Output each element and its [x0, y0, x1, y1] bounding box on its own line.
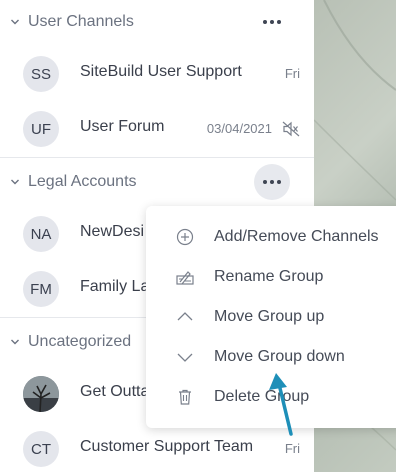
channel-name: NewDesi	[80, 223, 145, 240]
channel-name: SiteBuild User Support	[80, 63, 242, 80]
avatar: FM	[23, 271, 59, 307]
menu-item-label: Rename Group	[214, 268, 324, 285]
menu-item-add-remove-channels[interactable]: Add/Remove Channels	[146, 217, 396, 257]
plus-circle-icon	[176, 228, 194, 246]
chevron-down-icon	[177, 353, 193, 362]
chevron-down-icon	[11, 179, 19, 185]
channel-date: Fri	[284, 441, 300, 456]
group-header-legal-accounts[interactable]: Legal Accounts	[0, 160, 314, 204]
channel-name: User Forum	[80, 118, 165, 135]
avatar: UF	[23, 111, 59, 147]
group-title: Legal Accounts	[28, 173, 137, 190]
avatar: SS	[23, 56, 59, 92]
chevron-up-icon	[177, 312, 193, 321]
menu-item-label: Move Group down	[214, 348, 345, 365]
chevron-down-icon	[11, 19, 19, 25]
group-options-button[interactable]	[254, 164, 290, 200]
avatar: NA	[23, 216, 59, 252]
channel-date: 03/04/2021	[206, 121, 272, 136]
group-title: User Channels	[28, 13, 134, 30]
rename-icon	[176, 271, 194, 285]
pointer-arrow-icon	[269, 373, 293, 436]
group-header-user-channels[interactable]: User Channels	[0, 0, 314, 44]
trash-icon	[179, 389, 191, 405]
channel-date: Fri	[284, 66, 300, 81]
channel-item[interactable]: UF User Forum 03/04/2021	[0, 102, 314, 156]
muted-icon	[282, 121, 300, 137]
avatar	[23, 376, 59, 412]
channel-item[interactable]: SS SiteBuild User Support Fri	[0, 47, 314, 101]
chevron-down-icon	[11, 339, 19, 345]
avatar: CT	[23, 431, 59, 467]
channel-name: Customer Support Team	[80, 438, 254, 455]
menu-item-rename-group[interactable]: Rename Group	[146, 257, 396, 297]
menu-item-label: Move Group up	[214, 308, 325, 325]
avatar-photo-icon	[23, 376, 59, 412]
divider	[0, 157, 314, 158]
channel-name: Family La	[80, 278, 150, 295]
menu-item-move-group-up[interactable]: Move Group up	[146, 297, 396, 337]
group-title: Uncategorized	[28, 333, 132, 350]
channel-name: Get Outta	[80, 383, 150, 400]
menu-item-label: Add/Remove Channels	[214, 228, 379, 245]
group-options-button[interactable]	[254, 4, 290, 40]
